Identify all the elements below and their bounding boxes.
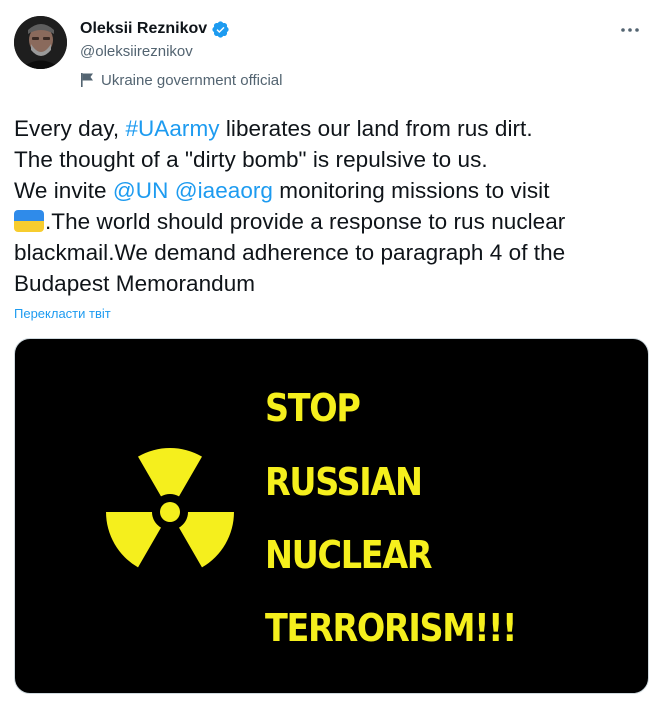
avatar[interactable] [14,16,67,69]
poster-line-4: TERRORISM!!! [265,606,517,650]
text-segment: liberates our land from rus dirt. [219,116,533,141]
ukraine-flag-emoji [14,210,44,232]
tweet[interactable]: Oleksii Reznikov @oleksiireznikov Ukrain… [0,0,660,701]
display-name[interactable]: Oleksii Reznikov [80,20,207,38]
flag-icon [80,72,95,88]
translate-tweet-link[interactable]: Перекласти твіт [14,306,111,321]
text-line: Budapest Memorandum [14,271,256,296]
mention-iaeaorg[interactable]: @iaeaorg [175,178,273,203]
poster-line-3: NUCLEAR [265,533,433,577]
text-segment: monitoring missions to visit [273,178,550,203]
poster-line-1: STOP [265,386,361,430]
government-label-text: Ukraine government official [101,71,283,89]
verified-badge-icon [211,20,230,39]
government-label[interactable]: Ukraine government official [80,70,282,90]
text-segment: Every day, [14,116,126,141]
text-line: The thought of a "dirty bomb" is repulsi… [14,147,488,172]
poster-line-2: RUSSIAN [265,460,423,504]
text-segment: .The world should provide a response to … [45,209,566,234]
radiation-hazard-icon [106,448,234,568]
tweet-text: Every day, #UAarmy liberates our land fr… [14,113,654,299]
mention-un[interactable]: @UN [113,178,169,203]
more-options-button[interactable] [618,18,642,42]
hashtag-uaarmy[interactable]: #UAarmy [125,116,219,141]
author-block: Oleksii Reznikov @oleksiireznikov Ukrain… [80,18,282,90]
text-segment: We invite [14,178,113,203]
handle[interactable]: @oleksiireznikov [80,42,282,62]
more-options-icon [621,28,639,32]
text-line: blackmail.We demand adherence to paragra… [14,240,566,265]
